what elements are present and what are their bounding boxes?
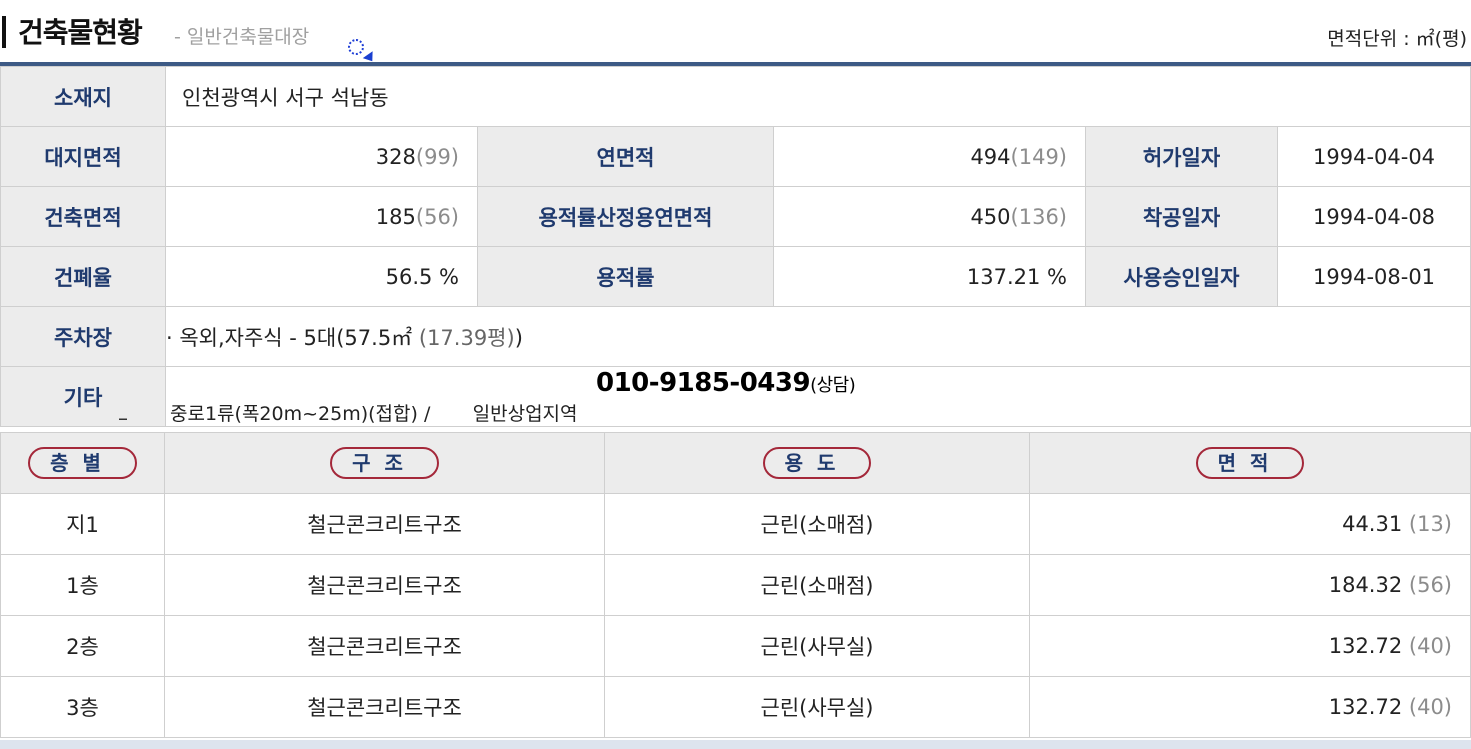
- location-label: 소재지: [0, 66, 166, 127]
- land-area-label: 대지면적: [0, 126, 166, 187]
- table-row: 1층 철근콘크리트구조 근린(소매점) 184.32 (56): [0, 554, 1471, 616]
- structure-cell: 철근콘크리트구조: [164, 676, 605, 738]
- land-area-pyeong: (99): [415, 144, 459, 169]
- header-area: 면적: [1029, 432, 1471, 494]
- total-floor-area-value: 494(149): [773, 126, 1086, 187]
- area-pyeong: (40): [1408, 695, 1452, 719]
- floor-cell: 지1: [0, 493, 165, 555]
- area-pyeong: (56): [1408, 573, 1452, 597]
- page-subtitle: - 일반건축물대장: [174, 26, 310, 48]
- floor-table: 층별 구조 용도 면적 지1 철근콘크리트구조 근린(소매점) 44.31 (1…: [0, 432, 1471, 738]
- horizontal-scrollbar[interactable]: [0, 740, 1471, 749]
- floor-cell: 3층: [0, 676, 165, 738]
- etc-label: 기타: [63, 385, 103, 410]
- building-area-label: 건축면적: [0, 186, 166, 247]
- floor-cell: 2층: [0, 615, 165, 677]
- parking-close: ): [514, 325, 523, 350]
- parking-pyeong: (17.39평): [418, 325, 515, 350]
- table-row: 2층 철근콘크리트구조 근린(사무실) 132.72 (40): [0, 615, 1471, 677]
- area-unit-label: 면적단위 : ㎡(평): [1327, 28, 1467, 50]
- use-cell: 근린(소매점): [604, 493, 1030, 555]
- header-structure: 구조: [164, 432, 605, 494]
- phone-note: (상담): [810, 375, 856, 396]
- contact-phone: 010-9185-0439(상담): [596, 368, 856, 398]
- area-sqm: 44.31: [1342, 512, 1403, 536]
- building-area-pyeong: (56): [415, 204, 459, 229]
- start-date-value: 1994-04-08: [1276, 186, 1471, 247]
- info-row-etc: 기타 _ 010-9185-0439(상담) 중로1류(폭20m~25m)(접합)…: [0, 366, 1471, 427]
- far-floor-area-pyeong: (136): [1010, 204, 1067, 229]
- info-row-parking: 주차장 · 옥외,자주식 - 5대(57.5㎡ (17.39평)): [0, 306, 1471, 367]
- etc-dash: _: [119, 401, 127, 420]
- approval-date-label: 사용승인일자: [1085, 246, 1278, 307]
- building-info-table: 소재지 인천광역시 서구 석남동 대지면적 328(99) 연면적 494(14…: [0, 66, 1471, 427]
- table-row: 지1 철근콘크리트구조 근린(소매점) 44.31 (13): [0, 493, 1471, 555]
- info-row-area: 대지면적 328(99) 연면적 494(149) 허가일자 1994-04-0…: [0, 126, 1471, 187]
- structure-cell: 철근콘크리트구조: [164, 615, 605, 677]
- area-cell: 132.72 (40): [1029, 615, 1471, 677]
- parking-label: 주차장: [0, 306, 166, 367]
- area-cell: 44.31 (13): [1029, 493, 1471, 555]
- use-cell: 근린(소매점): [604, 554, 1030, 616]
- structure-cell: 철근콘크리트구조: [164, 554, 605, 616]
- etc-value: 010-9185-0439(상담) 중로1류(폭20m~25m)(접합) / 일…: [164, 366, 1471, 427]
- loading-cursor-icon: [348, 39, 364, 55]
- far-floor-area-sqm: 450: [970, 204, 1011, 229]
- header-structure-label: 구조: [330, 447, 439, 479]
- use-cell: 근린(사무실): [604, 615, 1030, 677]
- approval-date-value: 1994-08-01: [1276, 246, 1471, 307]
- land-area-value: 328(99): [165, 126, 478, 187]
- area-sqm: 184.32: [1328, 573, 1403, 597]
- area-pyeong: (40): [1408, 634, 1452, 658]
- building-area-sqm: 185: [375, 204, 416, 229]
- phone-number: 010-9185-0439: [596, 368, 811, 398]
- coverage-value: 56.5 %: [165, 246, 478, 307]
- header-use-label: 용도: [762, 447, 872, 479]
- use-cell: 근린(사무실): [604, 676, 1030, 738]
- permit-date-label: 허가일자: [1085, 126, 1278, 187]
- header-floor-label: 층별: [28, 447, 137, 479]
- floor-cell: 1층: [0, 554, 165, 616]
- etc-label-cell: 기타 _: [0, 366, 166, 427]
- parking-value: · 옥외,자주식 - 5대(57.5㎡ (17.39평)): [164, 306, 1471, 367]
- floor-table-header: 층별 구조 용도 면적: [0, 432, 1471, 494]
- title-marker: [2, 16, 6, 48]
- info-row-ratio: 건폐율 56.5 % 용적률 137.21 % 사용승인일자 1994-08-0…: [0, 246, 1471, 307]
- header-area-label: 면적: [1195, 447, 1305, 479]
- info-row-location: 소재지 인천광역시 서구 석남동: [0, 66, 1471, 127]
- far-value: 137.21 %: [773, 246, 1086, 307]
- coverage-label: 건폐율: [0, 246, 166, 307]
- area-sqm: 132.72: [1328, 634, 1403, 658]
- area-pyeong: (13): [1408, 512, 1452, 536]
- info-row-building-area: 건축면적 185(56) 용적률산정용연면적 450(136) 착공일자 199…: [0, 186, 1471, 247]
- total-floor-area-pyeong: (149): [1010, 144, 1067, 169]
- building-area-value: 185(56): [165, 186, 478, 247]
- total-floor-area-label: 연면적: [477, 126, 774, 187]
- page-title: 건축물현황: [18, 16, 143, 49]
- table-row: 3층 철근콘크리트구조 근린(사무실) 132.72 (40): [0, 676, 1471, 738]
- parking-main: · 옥외,자주식 - 5대(57.5㎡: [166, 325, 413, 350]
- area-sqm: 132.72: [1328, 695, 1403, 719]
- location-value: 인천광역시 서구 석남동: [164, 66, 1471, 127]
- structure-cell: 철근콘크리트구조: [164, 493, 605, 555]
- start-date-label: 착공일자: [1085, 186, 1278, 247]
- header-use: 용도: [604, 432, 1030, 494]
- far-label: 용적률: [477, 246, 774, 307]
- zone-text: 중로1류(폭20m~25m)(접합) / 일반상업지역: [170, 403, 578, 425]
- land-area-sqm: 328: [375, 144, 416, 169]
- far-floor-area-label: 용적률산정용연면적: [477, 186, 774, 247]
- permit-date-value: 1994-04-04: [1276, 126, 1471, 187]
- far-floor-area-value: 450(136): [773, 186, 1086, 247]
- page-header: 건축물현황 - 일반건축물대장 면적단위 : ㎡(평): [0, 0, 1471, 65]
- total-floor-area-sqm: 494: [970, 144, 1011, 169]
- area-cell: 132.72 (40): [1029, 676, 1471, 738]
- area-cell: 184.32 (56): [1029, 554, 1471, 616]
- header-floor: 층별: [0, 432, 165, 494]
